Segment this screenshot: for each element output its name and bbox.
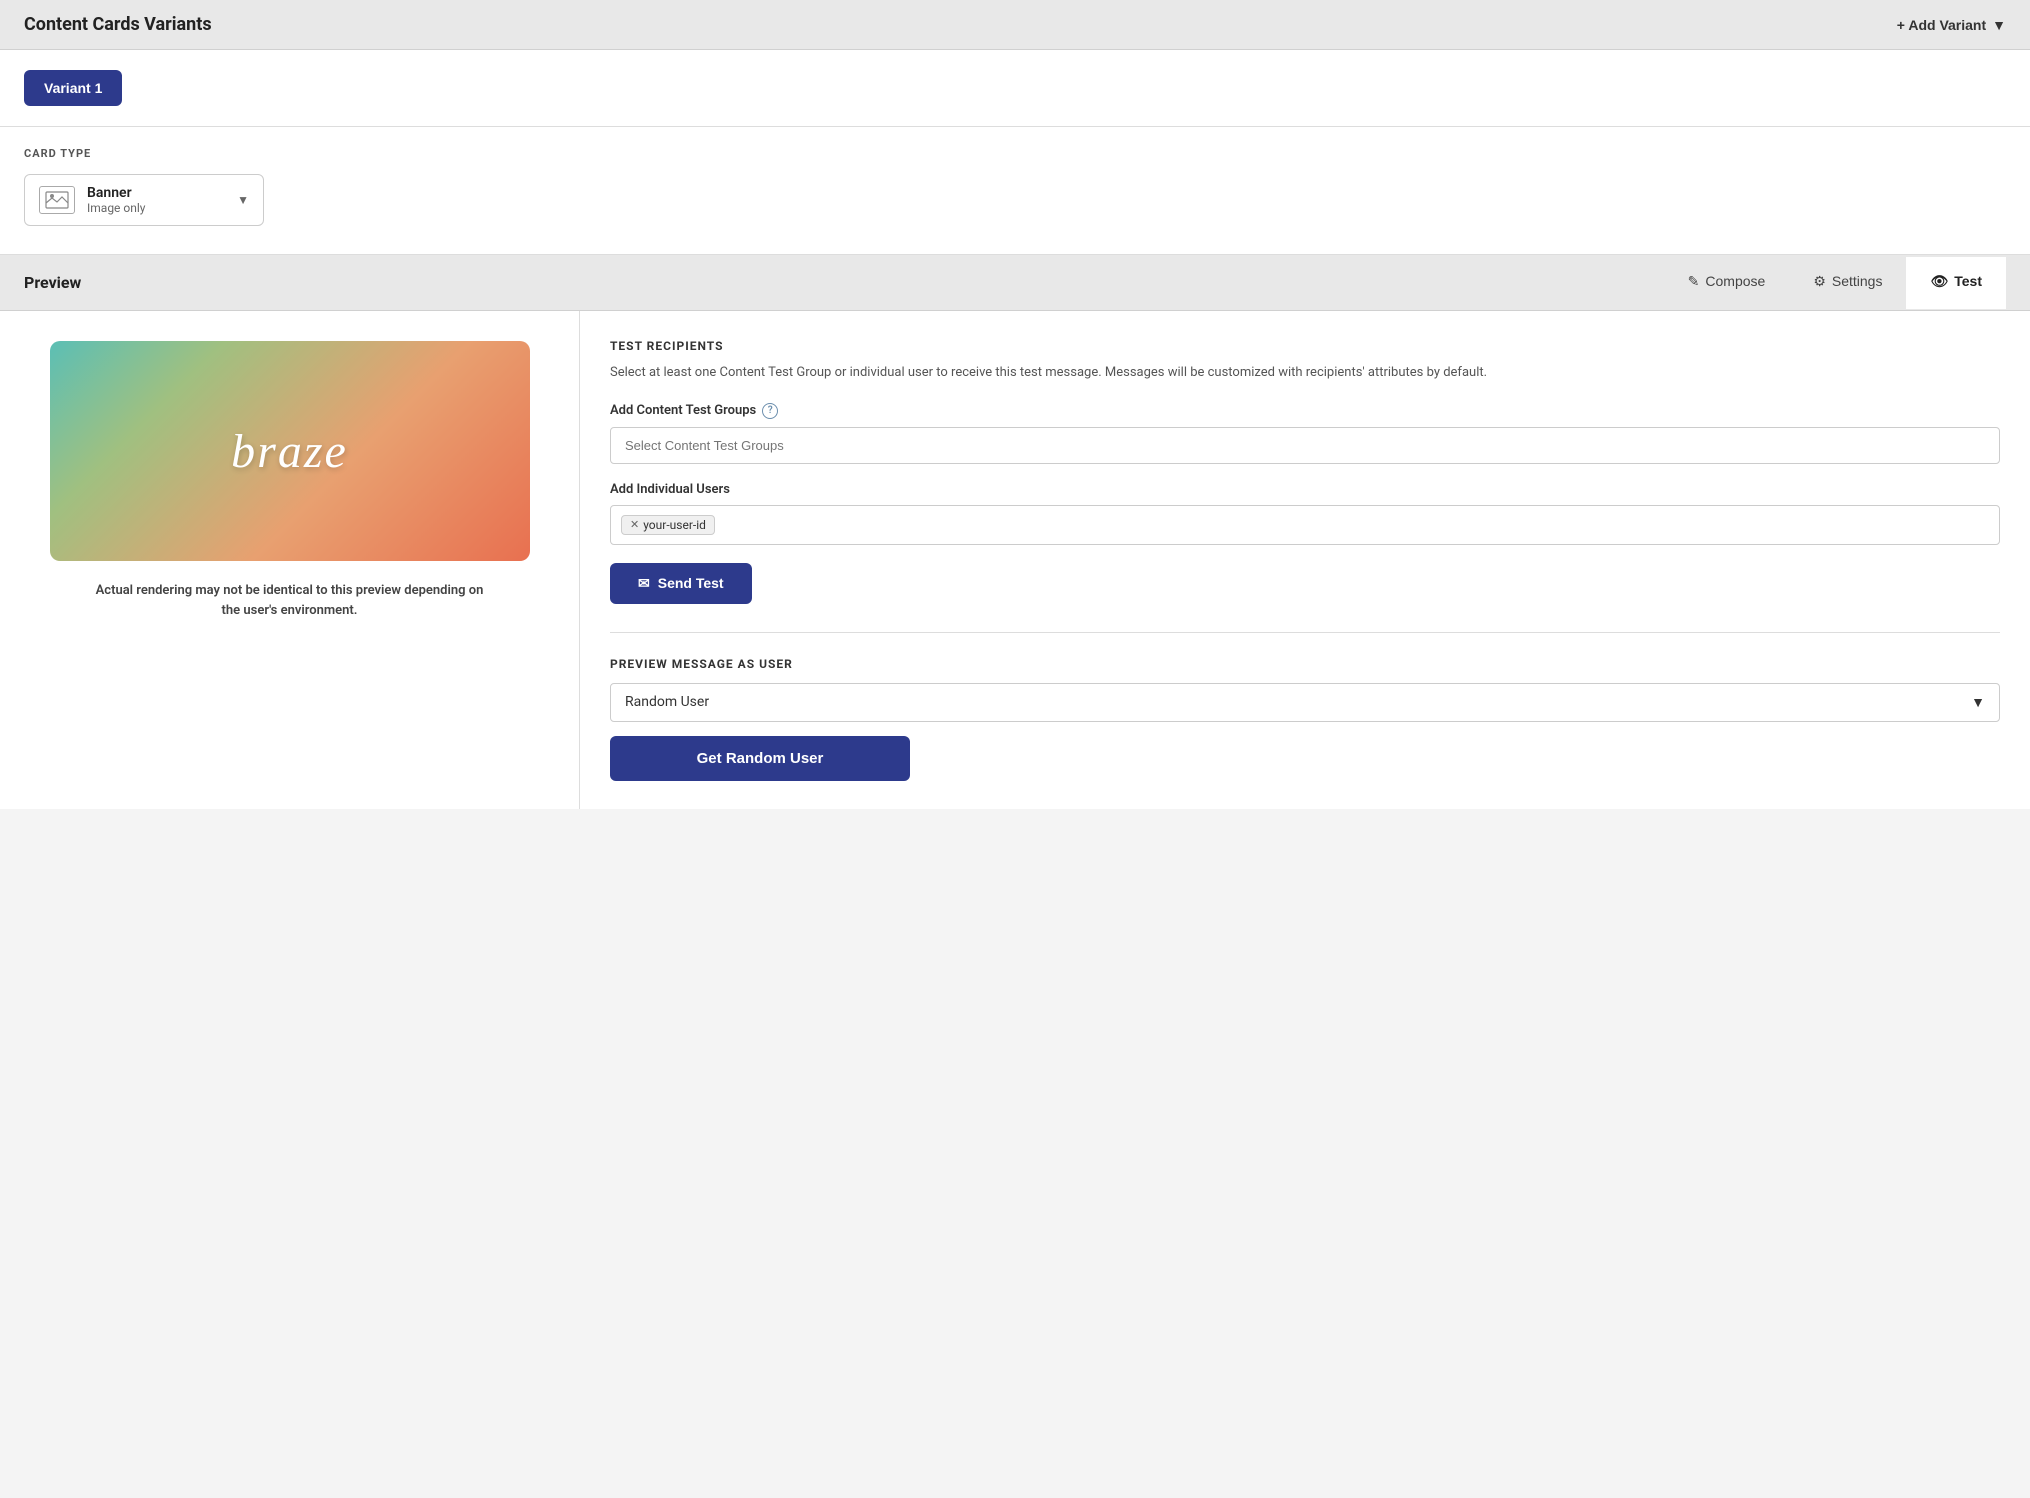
right-panel: TEST RECIPIENTS Select at least one Cont… bbox=[580, 311, 2030, 809]
tab-test[interactable]: 👁 Test bbox=[1906, 257, 2006, 309]
main-content: braze Actual rendering may not be identi… bbox=[0, 311, 2030, 809]
help-icon[interactable]: ? bbox=[762, 403, 778, 419]
card-type-dropdown-left: Banner Image only bbox=[39, 185, 145, 215]
content-test-groups-input[interactable] bbox=[610, 427, 2000, 464]
preview-panel: braze Actual rendering may not be identi… bbox=[0, 311, 580, 809]
random-user-select[interactable]: Random User ▼ bbox=[610, 683, 2000, 722]
send-test-label: Send Test bbox=[658, 575, 724, 591]
top-header: Content Cards Variants + Add Variant ▼ bbox=[0, 0, 2030, 50]
add-individual-users-label: Add Individual Users bbox=[610, 482, 2000, 497]
card-type-label: CARD TYPE bbox=[24, 147, 2006, 160]
add-groups-label: Add Content Test Groups ? bbox=[610, 403, 2000, 419]
card-type-name: Banner bbox=[87, 185, 145, 201]
card-type-text: Banner Image only bbox=[87, 185, 145, 215]
preview-label: Preview bbox=[24, 255, 81, 310]
send-test-button[interactable]: ✉ Send Test bbox=[610, 563, 752, 604]
add-variant-button[interactable]: + Add Variant ▼ bbox=[1897, 17, 2006, 33]
preview-notice: Actual rendering may not be identical to… bbox=[90, 581, 490, 620]
card-type-sub: Image only bbox=[87, 201, 145, 215]
tab-settings[interactable]: ⚙ Settings bbox=[1789, 257, 1906, 309]
test-recipients-title: TEST RECIPIENTS bbox=[610, 339, 2000, 353]
divider bbox=[610, 632, 2000, 633]
chevron-down-icon: ▼ bbox=[1992, 17, 2006, 33]
braze-logo-text: braze bbox=[231, 424, 348, 479]
tab-compose-label: Compose bbox=[1705, 273, 1765, 289]
user-tag-close[interactable]: ✕ bbox=[630, 518, 639, 531]
chevron-down-icon: ▼ bbox=[1971, 694, 1985, 711]
variant-section: Variant 1 bbox=[0, 50, 2030, 127]
preview-gradient: braze bbox=[50, 341, 530, 561]
user-tag: ✕ your-user-id bbox=[621, 515, 715, 535]
tabs-container: ✎ Compose ⚙ Settings 👁 Test bbox=[1664, 257, 2006, 309]
chevron-down-icon: ▼ bbox=[237, 193, 249, 207]
envelope-icon: ✉ bbox=[638, 575, 650, 592]
preview-message-label: PREVIEW MESSAGE AS USER bbox=[610, 657, 2000, 671]
tab-settings-label: Settings bbox=[1832, 273, 1883, 289]
random-user-value: Random User bbox=[625, 694, 709, 710]
card-type-section: CARD TYPE Banner Image only ▼ bbox=[0, 127, 2030, 255]
page-title: Content Cards Variants bbox=[24, 14, 212, 35]
pencil-icon: ✎ bbox=[1688, 273, 1700, 290]
add-variant-label: + Add Variant bbox=[1897, 17, 1986, 33]
eye-icon: 👁 bbox=[1930, 273, 1948, 290]
card-type-dropdown[interactable]: Banner Image only ▼ bbox=[24, 174, 264, 226]
gear-icon: ⚙ bbox=[1813, 273, 1826, 290]
individual-users-input[interactable]: ✕ your-user-id bbox=[610, 505, 2000, 545]
user-tag-label: your-user-id bbox=[643, 518, 706, 532]
test-recipients-desc: Select at least one Content Test Group o… bbox=[610, 363, 2000, 383]
preview-image: braze bbox=[50, 341, 530, 561]
tab-test-label: Test bbox=[1954, 273, 1982, 289]
preview-tabs-bar: Preview ✎ Compose ⚙ Settings 👁 Test bbox=[0, 255, 2030, 311]
tab-compose[interactable]: ✎ Compose bbox=[1664, 257, 1790, 309]
card-type-icon bbox=[39, 186, 75, 214]
variant-1-button[interactable]: Variant 1 bbox=[24, 70, 122, 106]
get-random-user-button[interactable]: Get Random User bbox=[610, 736, 910, 781]
